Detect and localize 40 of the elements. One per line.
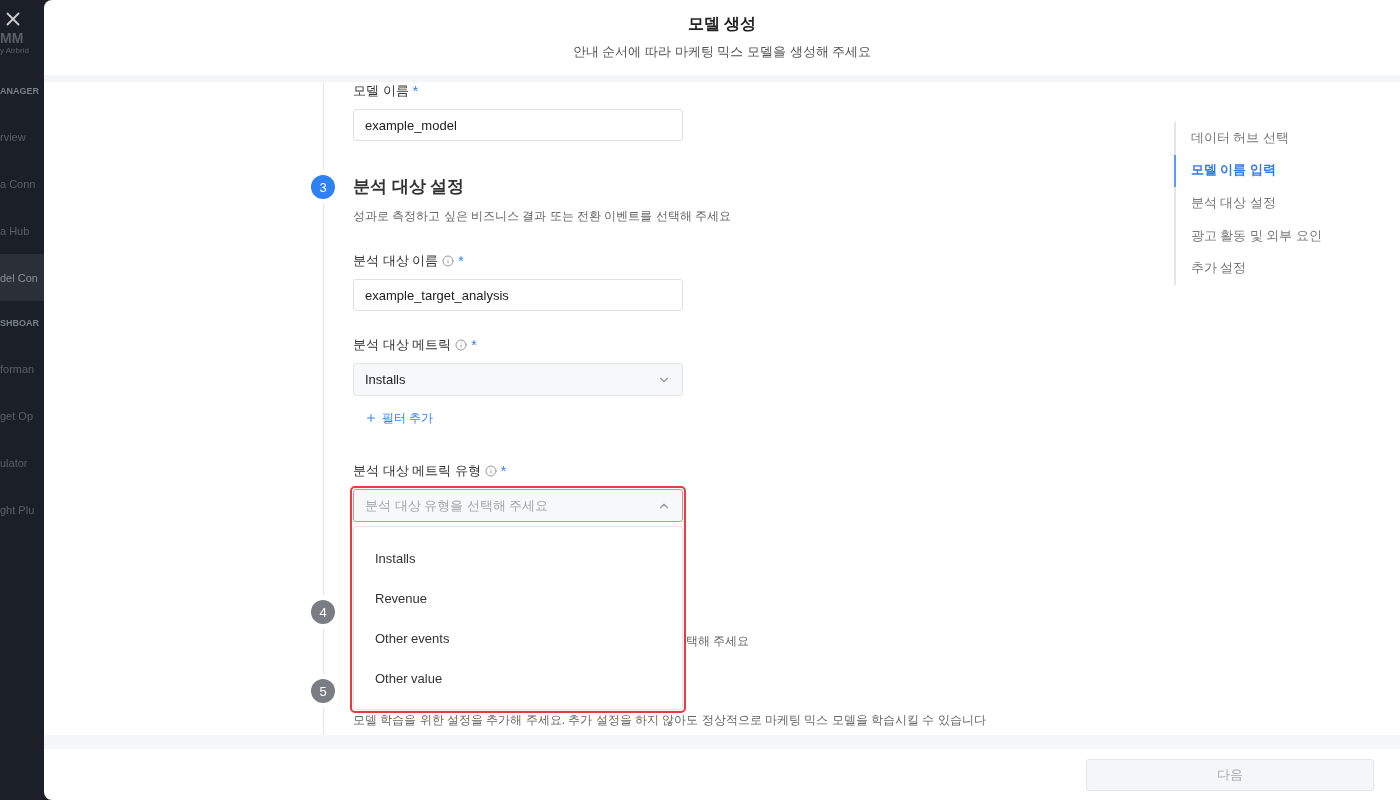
dropdown-option[interactable]: Installs: [354, 538, 682, 578]
logo: MM: [0, 30, 24, 46]
add-filter-link[interactable]: 필터 추가: [365, 410, 434, 426]
sidebar-item[interactable]: get Op: [0, 392, 44, 439]
dropdown-option[interactable]: Revenue: [354, 578, 682, 618]
sidebar-item[interactable]: a Conn: [0, 160, 44, 207]
step-description: 택해 주세요: [686, 633, 750, 649]
sidebar-item[interactable]: rview: [0, 113, 44, 160]
nav-item[interactable]: 모델 이름 입력: [1174, 154, 1322, 188]
modal-subtitle: 안내 순서에 따라 마케팅 믹스 모델을 생성해 주세요: [572, 43, 872, 61]
nav-item[interactable]: 추가 설정: [1174, 252, 1322, 285]
sidebar-item[interactable]: ulator: [0, 439, 44, 486]
sidebar-item[interactable]: ght Plu: [0, 486, 44, 533]
step-description: 성과로 측정하고 싶은 비즈니스 결과 또는 전환 이벤트를 선택해 주세요: [353, 208, 731, 224]
nav-item[interactable]: 분석 대상 설정: [1174, 187, 1322, 220]
field-label: 분석 대상 이름: [353, 252, 439, 270]
field-label: 모델 이름: [353, 82, 409, 100]
text-field[interactable]: example_model: [353, 109, 683, 141]
required-mark: *: [471, 336, 477, 354]
required-mark: *: [412, 82, 419, 100]
sidebar-item[interactable]: forman: [0, 345, 44, 392]
nav-item[interactable]: 데이터 허브 선택: [1174, 122, 1322, 155]
step-description: 모델 학습을 위한 설정을 추가해 주세요. 추가 설정을 하지 않아도 정상적으로 마케팅 믹스 모델을 학습시킬 수 있습니다: [353, 712, 986, 728]
select-field[interactable]: 분석 대상 유형을 선택해 주세요: [353, 489, 683, 522]
modal-title: 모델 생성: [687, 14, 757, 34]
text-field[interactable]: example_target_analysis: [353, 279, 683, 311]
step-title: 분석 대상 설정: [353, 176, 466, 198]
field-label: 분석 대상 메트릭: [353, 336, 452, 354]
required-mark: *: [500, 462, 507, 480]
dropdown-option[interactable]: Other events: [354, 618, 682, 658]
nav-item[interactable]: 광고 활동 및 외부 요인: [1174, 219, 1322, 253]
field-label: 분석 대상 메트릭 유형: [353, 462, 481, 480]
select-field[interactable]: Installs: [353, 363, 683, 396]
required-mark: *: [458, 252, 464, 270]
plus-icon: [365, 412, 377, 424]
sidebar-section-title: ANAGER: [0, 85, 40, 98]
dropdown-option[interactable]: Other value: [354, 658, 682, 698]
sidebar-item[interactable]: del Con: [0, 254, 44, 301]
sidebar-section-title: SHBOAR: [0, 317, 40, 330]
sidebar-item[interactable]: a Hub: [0, 207, 44, 254]
